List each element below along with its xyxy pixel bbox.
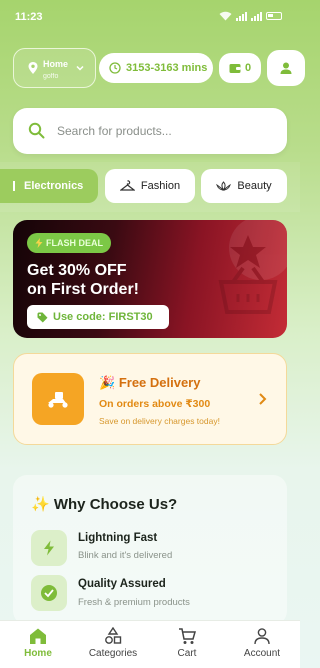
scooter-icon xyxy=(32,373,84,425)
why-choose-section: ✨ Why Choose Us? Lightning Fast Blink an… xyxy=(13,475,287,625)
status-bar: 11:23 xyxy=(0,0,300,34)
bolt-icon xyxy=(35,238,43,248)
cart-icon xyxy=(179,628,196,644)
bottom-nav: Home Categories Cart Account xyxy=(0,620,300,668)
nav-label: Home xyxy=(24,648,52,659)
person-icon xyxy=(280,62,292,74)
delivery-time-text: 3153-3163 mins xyxy=(126,62,208,74)
promo-code-text: Use code: FIRST30 xyxy=(53,311,153,323)
why-choose-heading-text: Why Choose Us? xyxy=(53,496,178,513)
free-delivery-note: Save on delivery charges today! xyxy=(99,416,220,426)
chevron-down-icon xyxy=(76,65,84,71)
wifi-icon xyxy=(219,11,232,21)
wallet-button[interactable]: 0 xyxy=(219,53,261,83)
search-input[interactable]: Search for products... xyxy=(57,124,172,138)
search-bar[interactable]: Search for products... xyxy=(13,108,287,154)
category-label: Electronics xyxy=(24,180,84,192)
location-selector[interactable]: Home goffo xyxy=(13,48,96,88)
flash-deal-headline: Get 30% OFF on First Order! xyxy=(27,261,197,299)
why-choose-heading: ✨ Why Choose Us? xyxy=(31,495,177,513)
free-delivery-title-text: Free Delivery xyxy=(118,375,201,390)
chevron-right-icon xyxy=(259,393,267,405)
check-badge-icon xyxy=(31,575,67,611)
header-row: Home goffo 3153-3163 mins 0 xyxy=(13,48,305,88)
nav-cart[interactable]: Cart xyxy=(157,627,217,659)
hanger-icon xyxy=(119,180,135,191)
flash-deal-badge-text: FLASH DEAL xyxy=(46,238,103,248)
feature-subtitle: Blink and it's delivered xyxy=(78,550,173,561)
status-time: 11:23 xyxy=(15,11,43,23)
status-icons xyxy=(219,11,282,21)
headline-line-2: on First Order! xyxy=(27,281,140,298)
clock-icon xyxy=(109,62,121,74)
nav-label: Categories xyxy=(88,648,138,659)
location-pin-icon xyxy=(28,62,38,74)
sparkles-icon: ✨ xyxy=(31,496,50,513)
category-label: Fashion xyxy=(140,180,181,192)
feature-subtitle: Fresh & premium products xyxy=(78,597,190,608)
nav-categories[interactable]: Categories xyxy=(83,627,143,659)
category-chip-beauty[interactable]: Beauty xyxy=(201,169,287,203)
search-icon xyxy=(28,122,45,139)
location-label: Home xyxy=(43,59,69,69)
nav-home[interactable]: Home xyxy=(8,627,68,659)
feature-title: Lightning Fast xyxy=(78,532,158,544)
category-label: Beauty xyxy=(237,180,272,192)
free-delivery-title: 🎉 Free Delivery xyxy=(99,375,200,391)
flash-deal-badge: FLASH DEAL xyxy=(27,233,111,253)
battery-icon xyxy=(266,12,282,20)
free-delivery-card[interactable]: 🎉 Free Delivery On orders above ₹300 Sav… xyxy=(13,353,287,445)
nav-label: Account xyxy=(243,648,281,659)
delivery-time-pill[interactable]: 3153-3163 mins xyxy=(99,53,213,83)
tag-icon xyxy=(37,312,48,322)
party-icon: 🎉 xyxy=(99,375,116,390)
home-icon xyxy=(30,628,46,644)
profile-button[interactable] xyxy=(267,50,305,86)
nav-label: Cart xyxy=(177,648,197,659)
shapes-icon xyxy=(105,627,122,644)
nav-account[interactable]: Account xyxy=(232,627,292,659)
bolt-icon xyxy=(31,530,67,566)
signal-icon-2 xyxy=(251,11,262,21)
wallet-balance: 0 xyxy=(244,62,252,74)
flash-deal-banner[interactable]: FLASH DEAL Get 30% OFF on First Order! U… xyxy=(13,220,287,338)
plug-icon xyxy=(13,181,15,191)
feature-title: Quality Assured xyxy=(78,578,166,590)
headline-line-1: Get 30% OFF xyxy=(27,262,127,279)
category-chip-fashion[interactable]: Fashion xyxy=(105,169,195,203)
free-delivery-subtitle: On orders above ₹300 xyxy=(99,398,211,410)
basket-icon xyxy=(218,220,287,314)
category-chips: Electronics Fashion Beauty xyxy=(0,162,300,212)
location-sub: goffo xyxy=(43,73,59,80)
person-icon xyxy=(254,628,270,645)
signal-icon xyxy=(236,11,247,21)
promo-code-chip[interactable]: Use code: FIRST30 xyxy=(27,305,169,329)
lotus-icon xyxy=(216,181,232,191)
category-chip-electronics[interactable]: Electronics xyxy=(0,169,98,203)
wallet-icon xyxy=(229,63,241,73)
